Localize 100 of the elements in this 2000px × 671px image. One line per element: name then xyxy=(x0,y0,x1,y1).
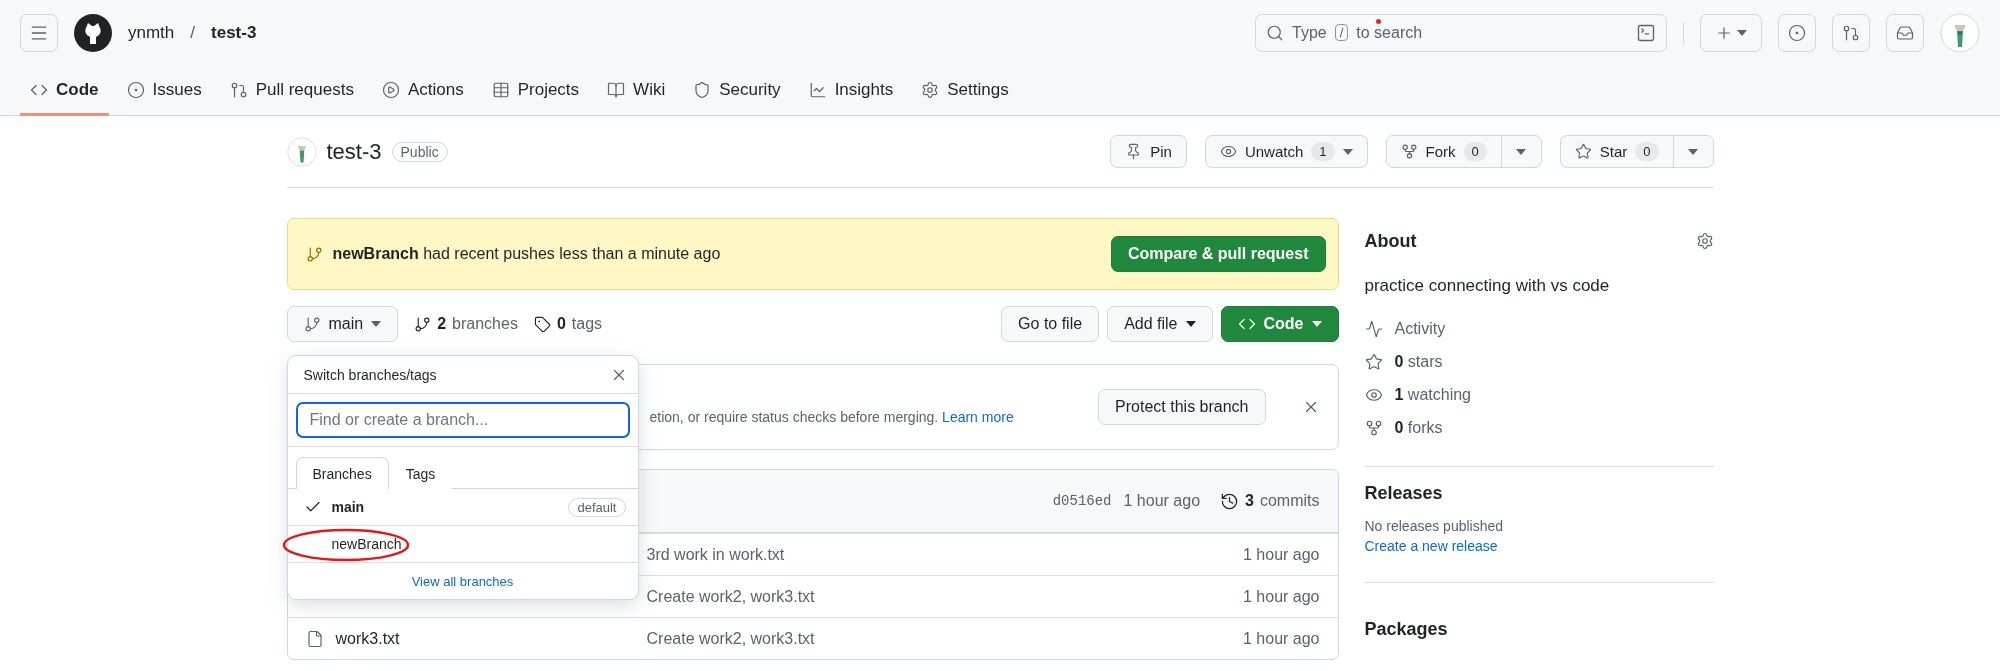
commit-time: 1 hour ago xyxy=(1243,545,1320,564)
repo-stat[interactable]: 1 watching xyxy=(1364,378,1714,411)
repo-stat[interactable]: 0 stars xyxy=(1364,345,1714,378)
repo-action-button[interactable]: Fork 0 xyxy=(1386,136,1501,167)
repo-action-button[interactable]: Unwatch 1 xyxy=(1205,136,1367,167)
tags-link[interactable]: 0 tags xyxy=(533,315,603,333)
repo-tab[interactable]: Issues xyxy=(116,66,212,116)
repo-tab[interactable]: Security xyxy=(683,66,791,116)
releases-heading: Releases xyxy=(1364,483,1444,504)
shield-icon xyxy=(693,80,712,99)
repo-description: practice connecting with vs code xyxy=(1364,276,1611,296)
pull-request-icon xyxy=(229,80,248,99)
repo-tab[interactable]: Settings xyxy=(911,66,1019,116)
about-heading: About xyxy=(1364,230,1417,252)
packages-heading: Packages xyxy=(1364,619,1449,640)
repo-action-button[interactable]: Star 0 xyxy=(1560,136,1673,167)
settings-icon xyxy=(921,80,940,99)
menu-title: Switch branches/tags xyxy=(303,366,437,383)
repo-tab[interactable]: Actions xyxy=(371,66,474,116)
commit-message[interactable]: Create work2, work3.txt xyxy=(646,587,1243,606)
repo-tab[interactable]: Projects xyxy=(481,66,590,116)
branch-icon xyxy=(303,315,321,333)
count-badge: 0 xyxy=(1463,142,1487,161)
history-icon xyxy=(1220,491,1240,511)
repo-action-button[interactable]: Pin xyxy=(1111,136,1186,167)
terminal-icon xyxy=(1636,22,1656,43)
compare-button[interactable]: Compare & pull request xyxy=(1111,236,1326,272)
view-all-branches-link[interactable]: View all branches xyxy=(411,573,514,589)
eye-icon xyxy=(1219,143,1237,160)
releases-empty-text: No releases published xyxy=(1364,518,1505,534)
pulse-icon xyxy=(1364,319,1383,338)
menu-button[interactable] xyxy=(20,13,58,52)
repo-tab[interactable]: Pull requests xyxy=(219,66,364,116)
branch-filter-field[interactable]: Find or create a branch... xyxy=(295,402,630,438)
menu-tab[interactable]: Branches xyxy=(295,457,389,489)
inbox-button[interactable] xyxy=(1886,13,1924,52)
code-button[interactable]: Code xyxy=(1220,306,1339,342)
add-file-button[interactable]: Add file xyxy=(1107,306,1213,342)
logo-icon[interactable] xyxy=(74,13,112,52)
commits-link[interactable]: 3 commits xyxy=(1220,491,1320,511)
search-hint: Type xyxy=(1292,23,1327,42)
branches-link[interactable]: 2 branches xyxy=(414,315,518,333)
circle-dot-icon xyxy=(126,80,145,99)
book-icon xyxy=(607,80,626,99)
caret-icon xyxy=(1342,148,1353,155)
repo-name[interactable]: test-3 xyxy=(326,138,382,165)
notification-dot xyxy=(1376,18,1381,24)
fork-icon xyxy=(1400,143,1418,160)
branch-icon xyxy=(414,315,432,333)
protect-branch-button[interactable]: Protect this branch xyxy=(1098,389,1266,425)
pull-requests-button[interactable] xyxy=(1832,13,1870,52)
file-icon xyxy=(305,629,324,648)
commit-time: 1 hour ago xyxy=(1123,492,1201,510)
repo-tab[interactable]: Code xyxy=(20,66,109,116)
learn-more-link[interactable]: Learn more xyxy=(942,409,1014,425)
file-name[interactable]: work3.txt xyxy=(335,629,400,648)
shortcut-key: / xyxy=(1334,24,1349,42)
star-icon xyxy=(1574,143,1592,160)
branch-item[interactable]: newBranch xyxy=(287,526,638,563)
repo-tab[interactable]: Wiki xyxy=(597,66,676,116)
create-button[interactable] xyxy=(1700,13,1762,52)
banner-text: newBranch had recent pushes less than a minute ago xyxy=(332,245,722,263)
caret-icon xyxy=(1185,321,1196,327)
count-badge: 1 xyxy=(1311,142,1335,161)
graph-icon xyxy=(808,80,827,99)
commit-time: 1 hour ago xyxy=(1243,629,1320,648)
caret-icon xyxy=(1516,148,1527,155)
branch-button[interactable]: main xyxy=(286,306,399,342)
circle-dot-icon xyxy=(1788,23,1806,42)
tag-icon xyxy=(533,315,551,333)
caret-icon xyxy=(371,321,382,327)
go-to-file-button[interactable]: Go to file xyxy=(1001,306,1100,342)
caret-icon xyxy=(1737,29,1747,36)
inbox-icon xyxy=(1896,23,1914,42)
issues-button[interactable] xyxy=(1778,13,1816,52)
repo-link[interactable]: test-3 xyxy=(211,22,257,43)
pull-request-icon xyxy=(1842,23,1860,42)
branch-icon xyxy=(305,245,323,263)
branch-name: main xyxy=(331,499,366,515)
caret-icon xyxy=(1311,321,1322,327)
fork-icon xyxy=(1364,418,1383,437)
avatar[interactable] xyxy=(1940,12,1980,53)
repo-tab[interactable]: Insights xyxy=(798,66,904,116)
star-icon xyxy=(1364,352,1383,371)
table-icon xyxy=(491,80,510,99)
commit-time: 1 hour ago xyxy=(1243,587,1320,606)
caret-icon xyxy=(1688,148,1698,155)
branch-item[interactable]: main default xyxy=(287,489,638,526)
commit-message[interactable]: 3rd work in work.txt xyxy=(646,545,1243,564)
commit-sha[interactable]: d0516ed xyxy=(1052,493,1112,509)
repo-stat[interactable]: 0 forks xyxy=(1364,411,1714,444)
branch-name: newBranch xyxy=(331,536,403,552)
create-release-link[interactable]: Create a new release xyxy=(1364,538,1714,554)
search-hint: to search xyxy=(1356,23,1423,42)
commit-message[interactable]: Create work2, work3.txt xyxy=(646,629,1243,648)
repo-stat[interactable]: Activity xyxy=(1364,312,1714,345)
owner-link[interactable]: ynmth xyxy=(128,22,175,43)
search-field[interactable]: Type / to search xyxy=(1255,13,1667,52)
play-icon xyxy=(381,80,400,99)
count-badge: 0 xyxy=(1635,142,1659,161)
